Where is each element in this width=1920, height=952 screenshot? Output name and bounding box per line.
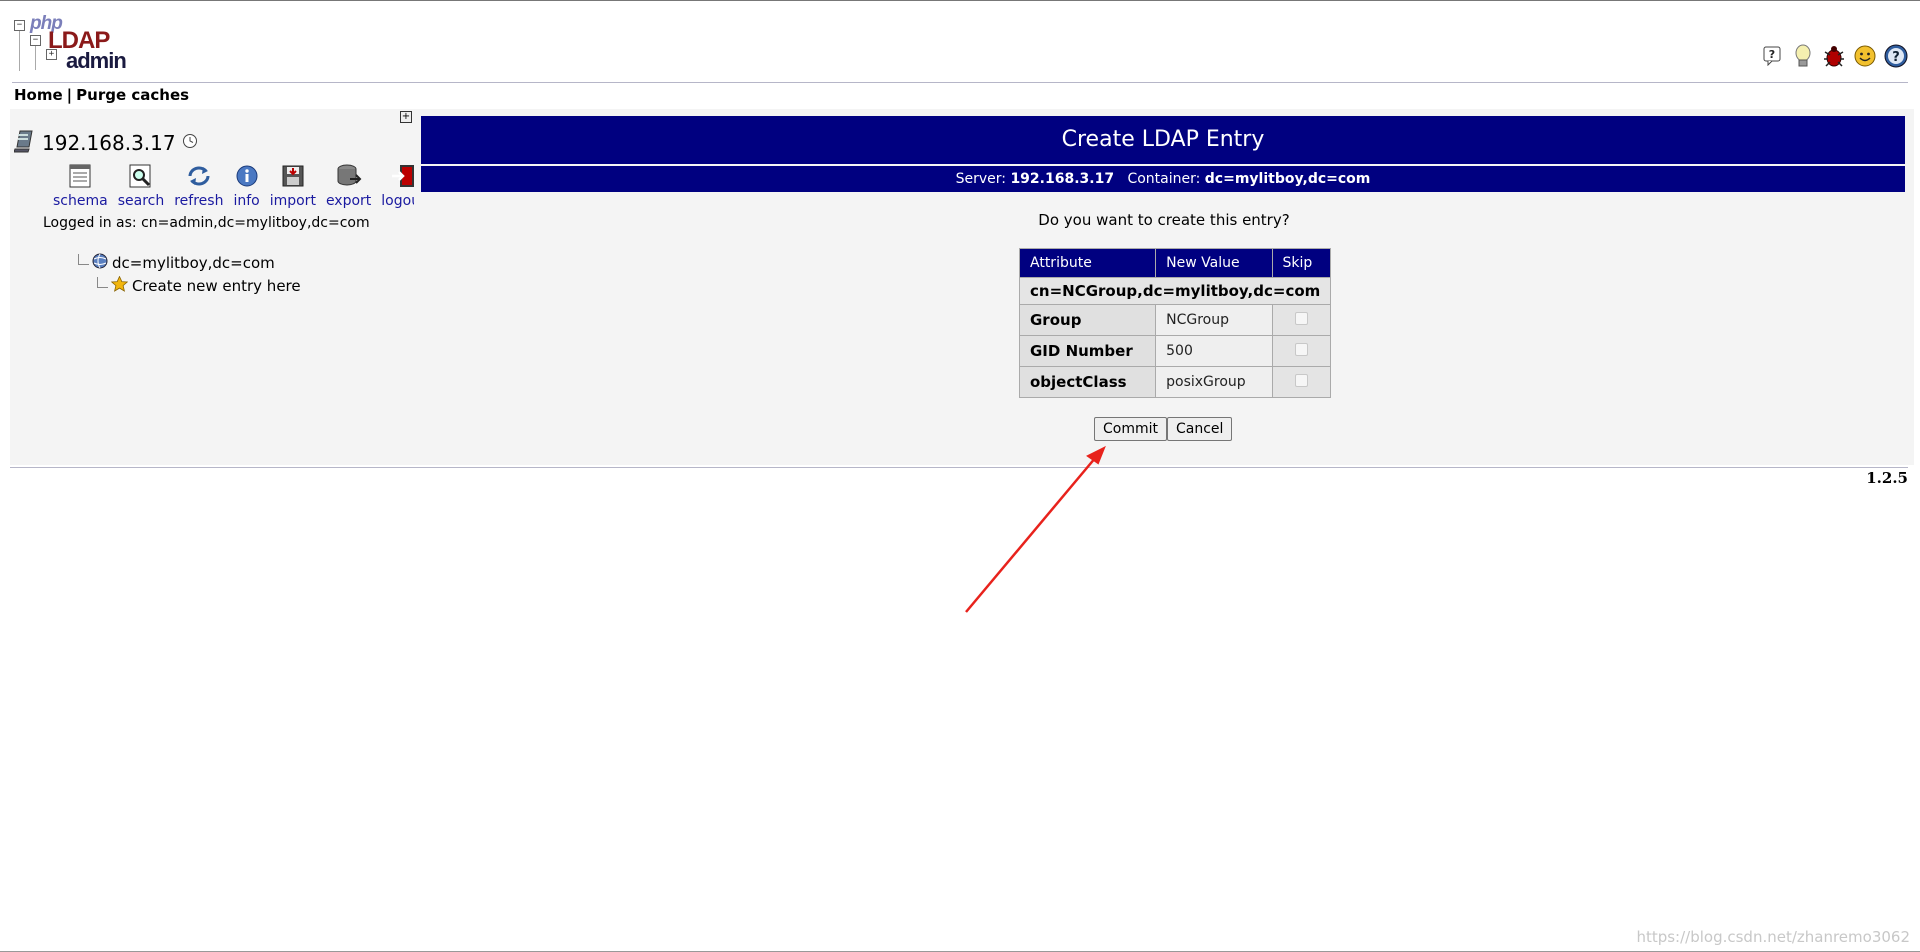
column-header: Skip	[1272, 249, 1331, 277]
dn-row: cn=NCGroup,dc=mylitboy,dc=com	[1020, 278, 1331, 304]
skip-checkbox[interactable]	[1294, 373, 1308, 387]
header-divider	[12, 82, 1908, 83]
server-label: Server:	[955, 171, 1006, 187]
tree-create-entry[interactable]: Create new entry here	[97, 275, 301, 296]
tree-connector	[78, 253, 89, 265]
clock-icon	[182, 133, 198, 153]
column-header: New Value	[1156, 249, 1272, 277]
footer-divider	[10, 467, 1908, 468]
request-feature-icon[interactable]: ?	[1760, 44, 1784, 68]
header: − − + php LDAP admin ? ?	[12, 13, 1908, 81]
tool-import[interactable]: import	[265, 163, 321, 209]
header-icons: ? ?	[1760, 44, 1908, 68]
tool-refresh[interactable]: refresh	[169, 163, 228, 209]
star-icon	[110, 275, 129, 296]
export-icon	[336, 163, 362, 189]
server-header: 192.168.3.17	[13, 129, 198, 157]
skip-cell	[1272, 305, 1331, 335]
skip-cell	[1272, 367, 1331, 397]
attribute-table: Attribute New Value Skip cn=NCGroup,dc=m…	[1019, 248, 1332, 398]
skip-checkbox[interactable]	[1294, 342, 1308, 356]
version-label: 1.2.5	[1866, 469, 1908, 487]
server-value: 192.168.3.17	[1010, 171, 1115, 187]
tool-label[interactable]: export	[326, 193, 371, 209]
attribute-value: posixGroup	[1156, 367, 1272, 397]
create-entry-label[interactable]: Create new entry here	[132, 277, 301, 295]
container-label: Container:	[1127, 171, 1201, 187]
help-icon[interactable]: ?	[1884, 44, 1908, 68]
svg-text:?: ?	[1769, 48, 1775, 61]
table-row: GID Number 500	[1020, 336, 1331, 366]
sidebar: + 192.168.3.17 schema search refresh inf…	[10, 109, 426, 465]
tool-label[interactable]: info	[233, 193, 259, 209]
attribute-name: Group	[1020, 305, 1156, 335]
expand-icon[interactable]: +	[400, 111, 412, 123]
purge-caches-link[interactable]: Purge caches	[76, 86, 189, 104]
tree-root-label[interactable]: dc=mylitboy,dc=com	[112, 254, 275, 272]
attribute-value: NCGroup	[1156, 305, 1272, 335]
svg-text:?: ?	[1892, 50, 1900, 65]
tool-schema[interactable]: schema	[48, 163, 113, 209]
top-menu: Home | Purge caches	[14, 86, 189, 104]
tool-export[interactable]: export	[321, 163, 376, 209]
table-row: Group NCGroup	[1020, 305, 1331, 335]
tree-connector	[97, 276, 108, 288]
search-icon	[128, 163, 154, 189]
tree-collapse-icon: −	[14, 20, 25, 31]
skip-checkbox[interactable]	[1294, 311, 1308, 325]
schema-icon	[67, 163, 93, 189]
main-panel: Create LDAP Entry Server: 192.168.3.17 C…	[414, 109, 1914, 465]
attribute-value: 500	[1156, 336, 1272, 366]
column-header: Attribute	[1020, 249, 1156, 277]
report-bug-icon[interactable]	[1822, 44, 1846, 68]
phpldapadmin-logo[interactable]: − − + php LDAP admin	[14, 13, 134, 73]
menu-separator: |	[66, 86, 73, 104]
server-name[interactable]: 192.168.3.17	[42, 131, 176, 155]
table-row: objectClass posixGroup	[1020, 367, 1331, 397]
entry-dn: cn=NCGroup,dc=mylitboy,dc=com	[1020, 278, 1331, 304]
page-title: Create LDAP Entry	[421, 116, 1905, 164]
tool-search[interactable]: search	[113, 163, 170, 209]
attribute-name: GID Number	[1020, 336, 1156, 366]
tree-root-node[interactable]: dc=mylitboy,dc=com	[78, 253, 275, 273]
tree-collapse-icon: −	[30, 35, 41, 46]
watermark: https://blog.csdn.net/zhanremo3062	[1636, 928, 1910, 946]
attribute-name: objectClass	[1020, 367, 1156, 397]
container-value: dc=mylitboy,dc=com	[1204, 171, 1371, 187]
tool-info[interactable]: info	[228, 163, 264, 209]
skip-cell	[1272, 336, 1331, 366]
donate-icon[interactable]	[1853, 44, 1877, 68]
form-buttons: Commit Cancel	[1094, 417, 1233, 441]
home-link[interactable]: Home	[14, 86, 63, 104]
info-icon	[234, 163, 260, 189]
tool-label[interactable]: search	[118, 193, 165, 209]
globe-icon	[92, 253, 108, 273]
confirm-question: Do you want to create this entry?	[1038, 211, 1290, 229]
tool-label[interactable]: import	[270, 193, 316, 209]
cancel-button[interactable]: Cancel	[1167, 417, 1233, 441]
tool-label[interactable]: schema	[53, 193, 108, 209]
logged-in-as: Logged in as: cn=admin,dc=mylitboy,dc=co…	[43, 215, 370, 231]
logo-admin-text: admin	[66, 48, 127, 73]
tool-label[interactable]: refresh	[174, 193, 223, 209]
tips-icon[interactable]	[1791, 44, 1815, 68]
import-icon	[280, 163, 306, 189]
page-subtitle: Server: 192.168.3.17 Container: dc=mylit…	[421, 166, 1905, 192]
commit-button[interactable]: Commit	[1094, 417, 1167, 441]
refresh-icon	[186, 163, 212, 189]
server-icon	[13, 129, 36, 157]
server-toolbar: schema search refresh info import export…	[48, 163, 431, 209]
logout-icon	[390, 163, 416, 189]
table-header: Attribute New Value Skip	[1020, 249, 1331, 277]
